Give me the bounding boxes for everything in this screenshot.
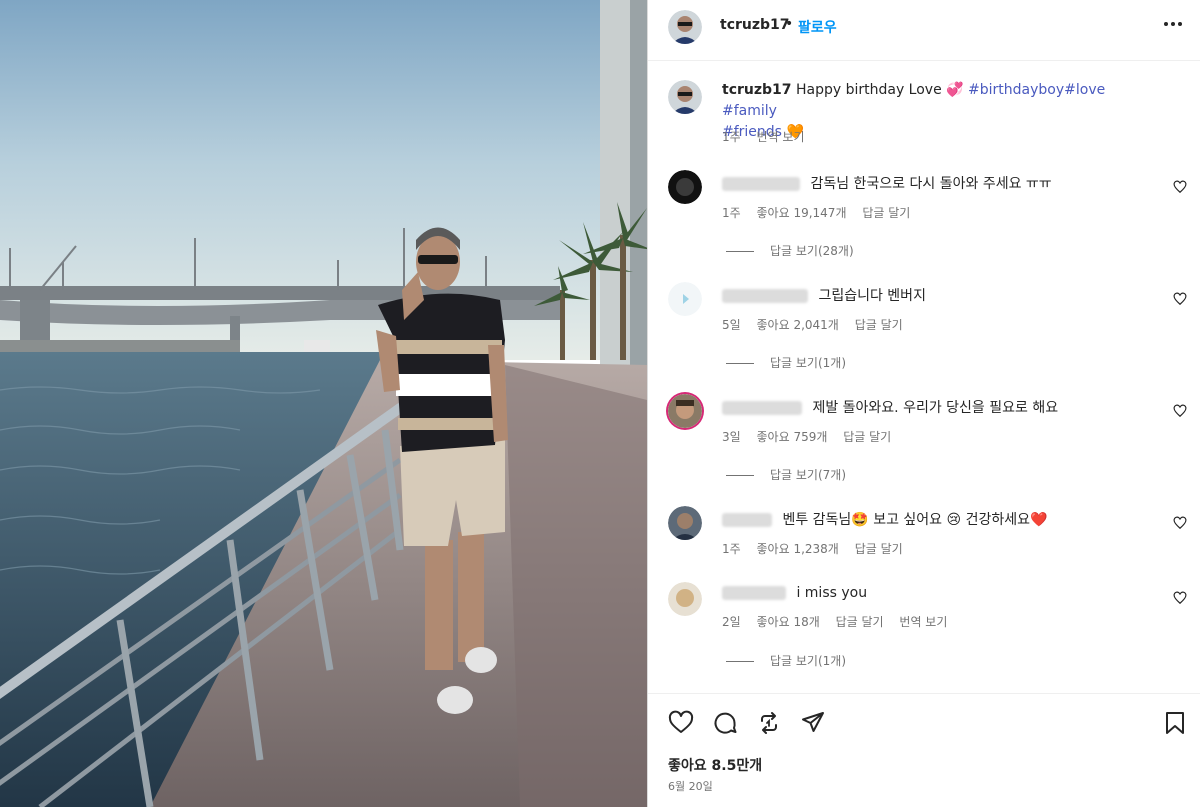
comment-text: 제발 돌아와요. 우리가 당신을 필요로 해요 [812, 400, 1059, 416]
follow-button[interactable]: 팔로우 [798, 17, 837, 37]
post-details-panel: tcruzb17 • 팔로우 tcruzb17 Happy birthday L… [647, 0, 1200, 807]
comment-line: 벤투 감독님🤩 보고 싶어요 😢 건강하세요❤️ [722, 509, 1047, 529]
bookmark-icon[interactable] [1162, 710, 1188, 736]
view-replies-label: 답글 보기(1개) [770, 356, 847, 370]
view-replies-label: 답글 보기(1개) [770, 654, 847, 668]
view-replies[interactable]: 답글 보기(1개) [726, 652, 846, 669]
share-icon[interactable] [800, 710, 826, 736]
comment-avatar[interactable] [668, 582, 702, 616]
comment-icon[interactable] [712, 710, 738, 736]
comment-meta: 5일 좋아요 2,041개 답글 달기 [722, 316, 915, 333]
post-actions: 좋아요 8.5만개 6월 20일 [648, 693, 1200, 807]
comment-username[interactable] [722, 401, 802, 415]
comment-heart-icon[interactable] [1173, 516, 1187, 530]
translate-link[interactable]: 번역 보기 [899, 615, 947, 629]
reply-button[interactable]: 답글 달기 [855, 542, 903, 556]
view-replies[interactable]: 답글 보기(7개) [726, 466, 846, 483]
comment-username[interactable] [722, 177, 800, 191]
comment-meta: 3일 좋아요 759개 답글 달기 [722, 428, 903, 445]
translate-link[interactable]: 번역 보기 [757, 130, 805, 144]
more-horizontal-icon[interactable] [1158, 12, 1188, 36]
comment-heart-icon[interactable] [1173, 180, 1187, 194]
separator-dot: • [785, 16, 794, 32]
comment-time[interactable]: 1주 [722, 542, 741, 556]
comment-username[interactable] [722, 289, 808, 303]
sad-emoji: 😢 [946, 512, 962, 528]
caption-username[interactable]: tcruzb17 [722, 82, 792, 98]
comment-time[interactable]: 2일 [722, 615, 741, 629]
caption-avatar[interactable] [668, 80, 702, 114]
comment-time[interactable]: 1주 [722, 206, 741, 220]
star-eyes-emoji: 🤩 [851, 512, 869, 528]
comment-likes[interactable]: 좋아요 2,041개 [757, 318, 839, 332]
comment-likes[interactable]: 좋아요 759개 [757, 430, 828, 444]
comment-text-c: 건강하세요 [965, 512, 1030, 528]
view-replies[interactable]: 답글 보기(28개) [726, 242, 854, 259]
comment-line: 그립습니다 벤버지 [722, 285, 926, 305]
comment-text-a: 벤투 감독님 [782, 512, 852, 528]
comment-avatar[interactable] [668, 394, 702, 428]
heart-icon[interactable] [668, 710, 694, 736]
comment-meta: 2일 좋아요 18개 답글 달기 번역 보기 [722, 613, 959, 630]
comment-likes[interactable]: 좋아요 18개 [757, 615, 820, 629]
comment-avatar[interactable] [668, 170, 702, 204]
comment-heart-icon[interactable] [1173, 292, 1187, 306]
comment-text: 그립습니다 벤버지 [818, 288, 926, 304]
comment-time[interactable]: 5일 [722, 318, 741, 332]
post-date[interactable]: 6월 20일 [668, 778, 713, 794]
comment-line: i miss you [722, 585, 867, 601]
reply-button[interactable]: 답글 달기 [855, 318, 903, 332]
hearts-emoji: 💞 [946, 82, 964, 98]
post-photo[interactable] [0, 0, 647, 807]
comment-time[interactable]: 3일 [722, 430, 741, 444]
reply-button[interactable]: 답글 달기 [836, 615, 884, 629]
post-header: tcruzb17 • 팔로우 [648, 0, 1200, 61]
author-avatar[interactable] [668, 10, 702, 44]
comment-meta: 1주 좋아요 19,147개 답글 달기 [722, 204, 922, 221]
reply-button[interactable]: 답글 달기 [843, 430, 891, 444]
comment-avatar[interactable] [668, 282, 702, 316]
view-replies-label: 답글 보기(28개) [770, 244, 854, 258]
caption-time[interactable]: 1주 [722, 130, 741, 144]
likes-count[interactable]: 좋아요 8.5만개 [668, 755, 762, 775]
author-username[interactable]: tcruzb17 [720, 17, 790, 33]
comment-line: 감독님 한국으로 다시 돌아와 주세요 ㅠㅠ [722, 173, 1052, 193]
comment-avatar[interactable] [668, 506, 702, 540]
comment-line: 제발 돌아와요. 우리가 당신을 필요로 해요 [722, 397, 1058, 417]
repost-icon[interactable] [756, 710, 782, 736]
comment-text: i miss you [796, 585, 868, 601]
comment-meta: 1주 좋아요 1,238개 답글 달기 [722, 540, 915, 557]
view-replies[interactable]: 답글 보기(1개) [726, 354, 846, 371]
red-heart-emoji: ❤️ [1029, 512, 1048, 528]
comment-username[interactable] [722, 586, 786, 600]
comment-text: 감독님 한국으로 다시 돌아와 주세요 ㅠㅠ [810, 176, 1052, 192]
comment-heart-icon[interactable] [1173, 591, 1187, 605]
comment-likes[interactable]: 좋아요 1,238개 [757, 542, 839, 556]
comment-text-b: 보고 싶어요 [873, 512, 943, 528]
comment-heart-icon[interactable] [1173, 404, 1187, 418]
comment-likes[interactable]: 좋아요 19,147개 [757, 206, 847, 220]
caption-meta: 1주 번역 보기 [722, 128, 817, 145]
caption-message: Happy birthday Love [795, 82, 942, 98]
comment-username[interactable] [722, 513, 772, 527]
view-replies-label: 답글 보기(7개) [770, 468, 847, 482]
reply-button[interactable]: 답글 달기 [862, 206, 910, 220]
